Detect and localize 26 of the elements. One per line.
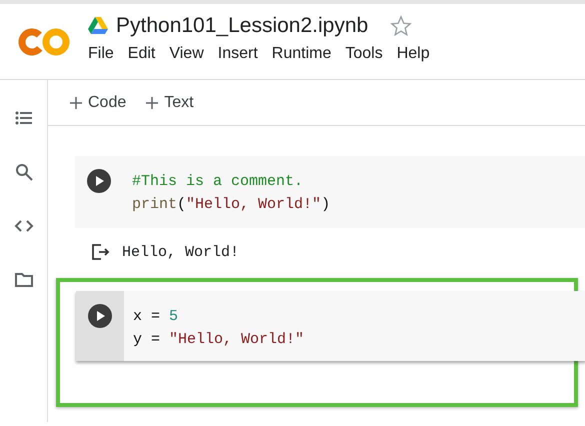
code-cell[interactable]: #This is a comment. print("Hello, World!") [75, 156, 585, 228]
drive-icon[interactable] [88, 17, 108, 35]
plus-icon [146, 96, 158, 108]
menu-item[interactable]: Edit [122, 42, 162, 66]
code-cell[interactable]: x = 5 y = "Hello, World!" [76, 291, 585, 361]
output-text: Hello, World! [122, 244, 240, 260]
star-icon[interactable] [390, 15, 412, 37]
run-button[interactable] [86, 168, 112, 194]
add-cell-button[interactable]: Code [66, 90, 130, 116]
notebook-title[interactable]: Python101_Lession2.ipynb [116, 14, 368, 38]
output-icon [90, 242, 110, 262]
code-line: y = "Hello, World!" [133, 330, 304, 350]
code-line: #This is a comment. [132, 172, 304, 192]
plus-icon [70, 96, 82, 108]
menu-item[interactable]: View [163, 42, 210, 66]
menu-item[interactable]: Insert [212, 42, 264, 66]
menu-item[interactable]: Tools [339, 42, 389, 66]
add-cell-button[interactable]: Text [142, 90, 198, 116]
code-line: print("Hello, World!") [132, 195, 330, 215]
run-button[interactable] [87, 303, 113, 329]
code-line: x = 5 [133, 307, 180, 327]
menu-item[interactable]: Runtime [266, 42, 338, 66]
menu-item[interactable]: Help [390, 42, 436, 66]
folder-icon[interactable] [14, 270, 34, 290]
menu-item[interactable]: File [82, 42, 120, 66]
search-icon[interactable] [14, 162, 34, 182]
